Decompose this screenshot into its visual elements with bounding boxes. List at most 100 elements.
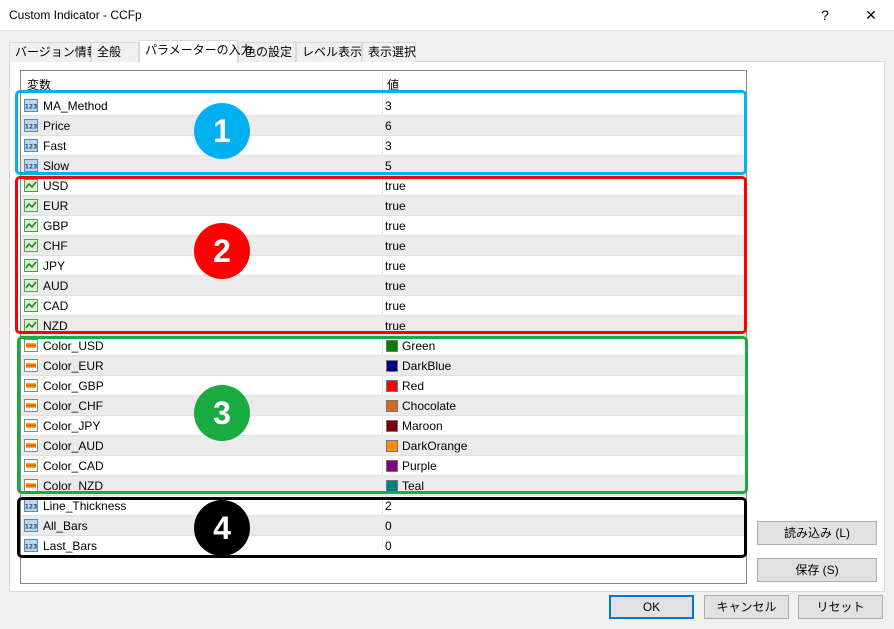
color-swatch: [386, 480, 398, 492]
param-value[interactable]: Green: [402, 339, 435, 353]
param-name: Color_EUR: [43, 359, 104, 373]
param-value[interactable]: 3: [385, 139, 392, 153]
param-name: AUD: [43, 279, 69, 293]
reset-button[interactable]: リセット: [798, 595, 883, 619]
param-name: Last_Bars: [43, 539, 98, 553]
annotation-number-4: 4: [194, 500, 250, 556]
table-row[interactable]: Color_CAD Purple: [21, 456, 746, 476]
svg-text:123: 123: [25, 504, 38, 511]
load-button[interactable]: 読み込み (L): [757, 521, 877, 545]
param-value[interactable]: DarkOrange: [402, 439, 467, 453]
integer-icon: 123: [24, 159, 38, 172]
table-row[interactable]: Color_GBP Red: [21, 376, 746, 396]
table-row[interactable]: NZD true: [21, 316, 746, 336]
param-value[interactable]: true: [385, 179, 406, 193]
table-row[interactable]: CHF true: [21, 236, 746, 256]
boolean-icon: [24, 219, 38, 232]
param-name: Color_JPY: [43, 419, 101, 433]
tab-1[interactable]: 全般: [91, 42, 139, 62]
param-name: Slow: [43, 159, 70, 173]
color-swatch: [386, 420, 398, 432]
tab-5[interactable]: 表示選択: [362, 42, 416, 62]
table-row[interactable]: CAD true: [21, 296, 746, 316]
svg-text:123: 123: [25, 524, 38, 531]
param-value[interactable]: 3: [385, 99, 392, 113]
boolean-icon: [24, 279, 38, 292]
boolean-icon: [24, 299, 38, 312]
param-value[interactable]: true: [385, 259, 406, 273]
tab-0[interactable]: バージョン情報: [9, 42, 99, 62]
table-row[interactable]: 123 Line_Thickness 2: [21, 496, 746, 516]
color-icon: [24, 379, 38, 392]
param-name: Color_CAD: [43, 459, 104, 473]
cancel-button[interactable]: キャンセル: [704, 595, 789, 619]
close-button[interactable]: ✕: [848, 0, 894, 31]
param-value[interactable]: 0: [385, 519, 392, 533]
param-value[interactable]: true: [385, 299, 406, 313]
param-value[interactable]: Purple: [402, 459, 437, 473]
param-value[interactable]: 2: [385, 499, 392, 513]
color-icon: [24, 359, 38, 372]
table-row[interactable]: USD true: [21, 176, 746, 196]
color-swatch: [386, 380, 398, 392]
table-row[interactable]: 123 Fast 3: [21, 136, 746, 156]
boolean-icon: [24, 319, 38, 332]
table-row[interactable]: Color_EUR DarkBlue: [21, 356, 746, 376]
param-value[interactable]: 5: [385, 159, 392, 173]
header-value: 値: [387, 78, 400, 92]
param-value[interactable]: true: [385, 319, 406, 333]
color-icon: [24, 399, 38, 412]
table-row[interactable]: 123 Last_Bars 0: [21, 536, 746, 556]
param-name: Color_GBP: [43, 379, 104, 393]
boolean-icon: [24, 199, 38, 212]
param-name: MA_Method: [43, 99, 108, 113]
table-row[interactable]: EUR true: [21, 196, 746, 216]
table-row[interactable]: Color_CHF Chocolate: [21, 396, 746, 416]
tab-4[interactable]: レベル表示: [296, 42, 362, 62]
param-value[interactable]: Teal: [402, 479, 424, 493]
table-row[interactable]: Color_NZD Teal: [21, 476, 746, 496]
color-swatch: [386, 440, 398, 452]
parameter-table[interactable]: 変数 値 123 MA_Method 3 123 Price 6 123 Fast 3 123 Sl…: [20, 70, 747, 584]
svg-text:123: 123: [25, 544, 38, 551]
param-name: GBP: [43, 219, 69, 233]
tab-2[interactable]: パラメーターの入力: [139, 40, 253, 63]
param-name: Color_USD: [43, 339, 104, 353]
param-value[interactable]: DarkBlue: [402, 359, 451, 373]
integer-icon: 123: [24, 499, 38, 512]
help-button[interactable]: ?: [802, 0, 848, 31]
color-icon: [24, 419, 38, 432]
param-value[interactable]: true: [385, 239, 406, 253]
table-row[interactable]: 123 Price 6: [21, 116, 746, 136]
annotation-number-3: 3: [194, 385, 250, 441]
table-row[interactable]: GBP true: [21, 216, 746, 236]
param-value[interactable]: Red: [402, 379, 424, 393]
integer-icon: 123: [24, 539, 38, 552]
table-row[interactable]: 123 MA_Method 3: [21, 96, 746, 116]
param-value[interactable]: Chocolate: [402, 399, 456, 413]
save-button[interactable]: 保存 (S): [757, 558, 877, 582]
param-value[interactable]: Maroon: [402, 419, 443, 433]
table-row[interactable]: Color_USD Green: [21, 336, 746, 356]
window-title: Custom Indicator - CCFp: [9, 8, 142, 22]
param-value[interactable]: 0: [385, 539, 392, 553]
param-name: Color_CHF: [43, 399, 104, 413]
table-row[interactable]: Color_JPY Maroon: [21, 416, 746, 436]
ok-button[interactable]: OK: [609, 595, 694, 619]
table-row[interactable]: 123 All_Bars 0: [21, 516, 746, 536]
table-row[interactable]: Color_AUD DarkOrange: [21, 436, 746, 456]
table-row[interactable]: 123 Slow 5: [21, 156, 746, 176]
svg-text:123: 123: [25, 124, 38, 131]
param-value[interactable]: true: [385, 279, 406, 293]
param-value[interactable]: true: [385, 219, 406, 233]
title-bar: Custom Indicator - CCFp ? ✕: [0, 0, 894, 31]
param-name: CHF: [43, 239, 68, 253]
param-name: Price: [43, 119, 71, 133]
table-row[interactable]: JPY true: [21, 256, 746, 276]
boolean-icon: [24, 179, 38, 192]
param-value[interactable]: 6: [385, 119, 392, 133]
param-value[interactable]: true: [385, 199, 406, 213]
annotation-number-1: 1: [194, 103, 250, 159]
table-row[interactable]: AUD true: [21, 276, 746, 296]
svg-text:123: 123: [25, 104, 38, 111]
